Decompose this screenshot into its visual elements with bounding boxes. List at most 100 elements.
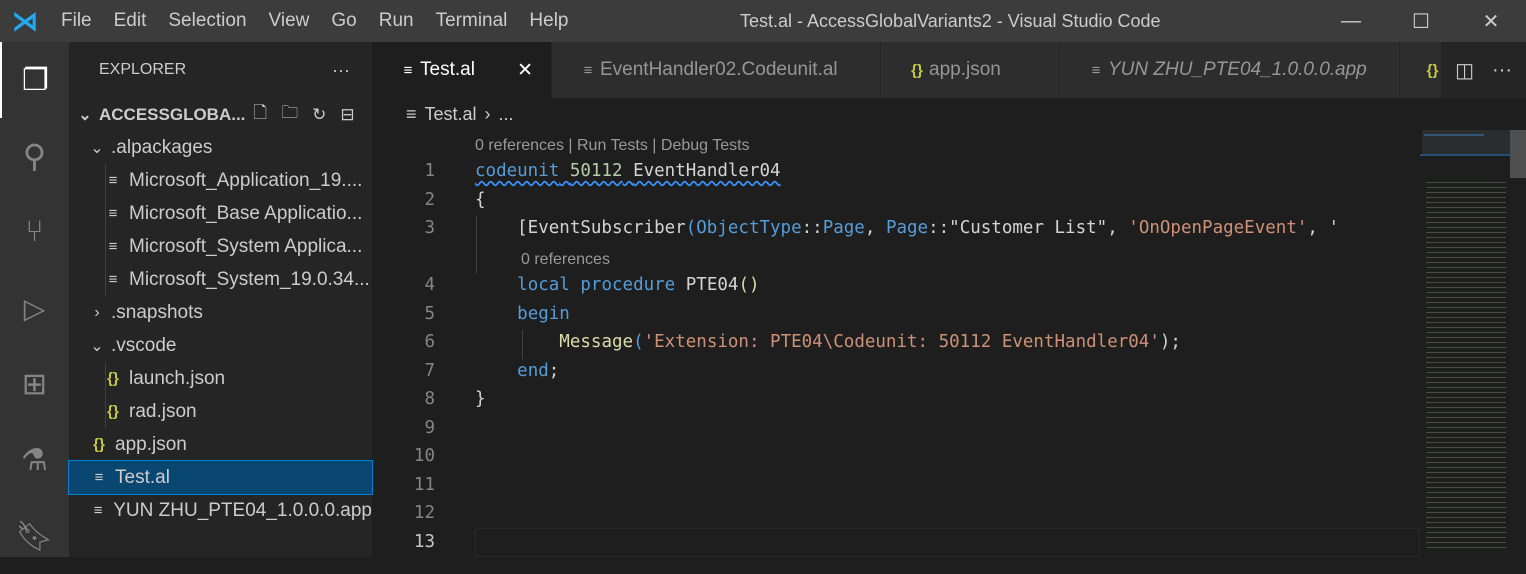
collapse-all-icon[interactable]: ⊟ bbox=[340, 105, 354, 125]
chevron-down-icon: ⌄ bbox=[78, 106, 92, 124]
breadcrumb: ≡ Test.al › ... bbox=[406, 103, 514, 125]
more-actions-icon[interactable]: ··· bbox=[1492, 59, 1512, 82]
tree-item[interactable]: ≡ Microsoft_System_19.0.34... bbox=[69, 263, 372, 296]
line-number: 1 bbox=[424, 161, 435, 181]
tree-item[interactable]: › .snapshots bbox=[69, 296, 372, 329]
code-line-4: local procedure PTE04() bbox=[517, 275, 760, 295]
chevron-right-icon: › bbox=[94, 303, 100, 321]
line-number: 5 bbox=[424, 304, 435, 324]
minimize-button[interactable]: — bbox=[1316, 0, 1386, 42]
tab-app-json[interactable]: {} app.json bbox=[881, 42, 1060, 98]
tab-test-al[interactable]: ≡ Test.al ✕ bbox=[372, 42, 552, 98]
indent-guide bbox=[105, 230, 106, 263]
refresh-icon[interactable]: ↻ bbox=[312, 105, 326, 125]
file-icon: ≡ bbox=[403, 61, 413, 79]
json-icon: {} bbox=[93, 436, 105, 453]
json-icon: {} bbox=[911, 61, 923, 79]
menu-go[interactable]: Go bbox=[320, 10, 367, 32]
line-number: 12 bbox=[413, 503, 435, 523]
codelens-references[interactable]: 0 references | Run Tests | Debug Tests bbox=[475, 137, 750, 155]
chevron-down-icon: ⌄ bbox=[90, 337, 104, 355]
tree-item[interactable]: ⌄ .alpackages bbox=[69, 131, 372, 164]
tab-yun-zhu-app[interactable]: ≡ YUN ZHU_PTE04_1.0.0.0.app bbox=[1060, 42, 1400, 98]
tree-item[interactable]: ≡ Microsoft_System Applica... bbox=[69, 230, 372, 263]
maximize-button[interactable]: ☐ bbox=[1386, 0, 1456, 42]
indent-guide bbox=[105, 362, 106, 395]
tree-item[interactable]: ≡ YUN ZHU_PTE04_1.0.0.0.app bbox=[69, 494, 372, 527]
tab-eventhandler02[interactable]: ≡ EventHandler02.Codeunit.al bbox=[552, 42, 881, 98]
line-number: 13 bbox=[413, 532, 435, 552]
tree-item[interactable]: {} rad.json bbox=[69, 395, 372, 428]
tree-item[interactable]: ≡ Microsoft_Application_19.... bbox=[69, 164, 372, 197]
indent-guide bbox=[105, 164, 106, 197]
menu-help[interactable]: Help bbox=[518, 10, 579, 32]
more-actions-button[interactable]: ··· bbox=[332, 60, 350, 81]
breadcrumb-symbol[interactable]: ... bbox=[499, 104, 514, 125]
line-number: 4 bbox=[424, 275, 435, 295]
codelens-references-2[interactable]: 0 references bbox=[521, 251, 610, 269]
tree-item[interactable]: {} launch.json bbox=[69, 362, 372, 395]
window-title: Test.al - AccessGlobalVariants2 - Visual… bbox=[740, 11, 1161, 31]
code-line-6: Message('Extension: PTE04\Codeunit: 5011… bbox=[559, 332, 1181, 352]
menu-run[interactable]: Run bbox=[368, 10, 425, 32]
tree-item[interactable]: {} app.json bbox=[69, 428, 372, 461]
indent-guide bbox=[105, 197, 106, 230]
run-debug-icon[interactable]: ▷ bbox=[0, 270, 69, 346]
tree-item[interactable]: ≡ Test.al bbox=[68, 460, 373, 495]
title-bar: ⋊ File Edit Selection View Go Run Termin… bbox=[0, 0, 1526, 42]
file-icon: ≡ bbox=[406, 103, 417, 124]
menu-view[interactable]: View bbox=[258, 10, 321, 32]
new-folder-icon[interactable]: 🗀︎ bbox=[281, 100, 298, 129]
explorer-icon[interactable]: ❐ bbox=[0, 42, 69, 118]
explorer-title: EXPLORER bbox=[99, 61, 187, 78]
code-line-8: } bbox=[475, 389, 486, 409]
current-line-highlight bbox=[475, 528, 1420, 557]
file-icon: ≡ bbox=[583, 61, 593, 79]
extensions-icon[interactable]: ⊞ bbox=[0, 346, 69, 422]
close-window-button[interactable]: ✕ bbox=[1456, 0, 1526, 42]
vscode-logo-icon: ⋊ bbox=[12, 5, 38, 36]
split-editor-icon[interactable]: ◫ bbox=[1455, 58, 1474, 83]
file-icon: ≡ bbox=[94, 469, 104, 486]
vertical-scrollbar[interactable] bbox=[1510, 130, 1526, 557]
line-number: 11 bbox=[413, 475, 435, 495]
bookmarks-icon[interactable]: 🔖︎ bbox=[0, 498, 69, 574]
line-number: 6 bbox=[424, 332, 435, 352]
tab-bar: ≡ Test.al ✕ ≡ EventHandler02.Codeunit.al {}… bbox=[372, 42, 1526, 98]
code-line-7: end; bbox=[517, 361, 560, 381]
indent-guide bbox=[105, 395, 106, 428]
code-line-3: [EventSubscriber(ObjectType::Page, Page:… bbox=[475, 218, 1340, 238]
line-number: 8 bbox=[424, 389, 435, 409]
indent-guide bbox=[105, 263, 106, 296]
menu-file[interactable]: File bbox=[50, 10, 103, 32]
line-number: 2 bbox=[424, 190, 435, 210]
code-line-1: codeunit 50112 EventHandler04 bbox=[475, 161, 781, 181]
minimap[interactable] bbox=[1420, 130, 1510, 557]
menu-edit[interactable]: Edit bbox=[103, 10, 158, 32]
menu-terminal[interactable]: Terminal bbox=[425, 10, 519, 32]
file-icon: ≡ bbox=[1091, 61, 1101, 79]
explorer-sidebar: EXPLORER ··· ⌄ ACCESSGLOBA... 🗋︎ 🗀︎ ↻ ⊟ … bbox=[68, 42, 373, 557]
scrollbar-thumb[interactable] bbox=[1510, 130, 1526, 178]
line-number: 9 bbox=[424, 418, 435, 438]
line-number: 3 bbox=[424, 218, 435, 238]
chevron-down-icon: ⌄ bbox=[90, 139, 104, 157]
code-line-5: begin bbox=[517, 304, 570, 324]
json-icon: {} bbox=[1426, 61, 1439, 79]
tree-item[interactable]: ≡ Microsoft_Base Applicatio... bbox=[69, 197, 372, 230]
tree-item[interactable]: ⌄ .vscode bbox=[69, 329, 372, 362]
file-icon: ≡ bbox=[93, 502, 103, 519]
menu-bar: File Edit Selection View Go Run Terminal… bbox=[50, 10, 580, 32]
search-icon[interactable]: ⚲ bbox=[0, 118, 69, 194]
source-control-icon[interactable]: ⑂ bbox=[0, 194, 69, 270]
menu-selection[interactable]: Selection bbox=[157, 10, 257, 32]
new-file-icon[interactable]: 🗋︎ bbox=[253, 100, 267, 129]
code-line-2: { bbox=[475, 190, 486, 210]
workspace-root[interactable]: ⌄ ACCESSGLOBA... 🗋︎ 🗀︎ ↻ ⊟ bbox=[69, 98, 372, 131]
line-number: 10 bbox=[413, 446, 435, 466]
code-editor[interactable]: 0 references | Run Tests | Debug Tests 1… bbox=[372, 130, 1420, 557]
close-tab-icon[interactable]: ✕ bbox=[517, 59, 533, 82]
line-number: 7 bbox=[424, 361, 435, 381]
breadcrumb-file[interactable]: Test.al bbox=[425, 104, 477, 125]
testing-icon[interactable]: ⚗ bbox=[0, 422, 69, 498]
